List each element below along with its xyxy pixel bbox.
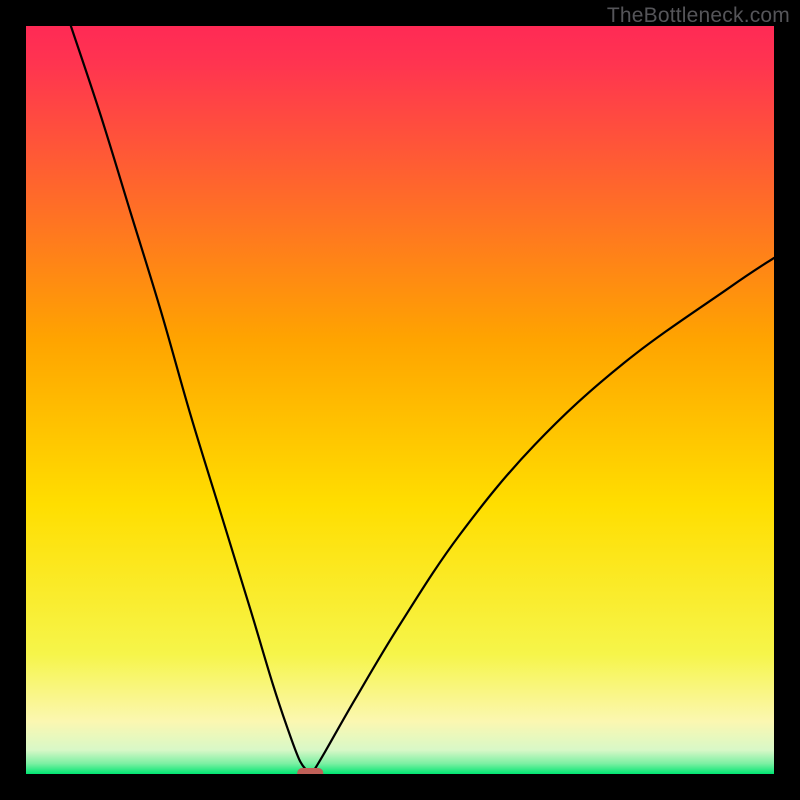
plot-area [26, 26, 774, 774]
gradient-background [26, 26, 774, 774]
watermark-text: TheBottleneck.com [607, 4, 790, 28]
chart-svg [26, 26, 774, 774]
minimum-marker [297, 768, 323, 774]
chart-frame: TheBottleneck.com [0, 0, 800, 800]
